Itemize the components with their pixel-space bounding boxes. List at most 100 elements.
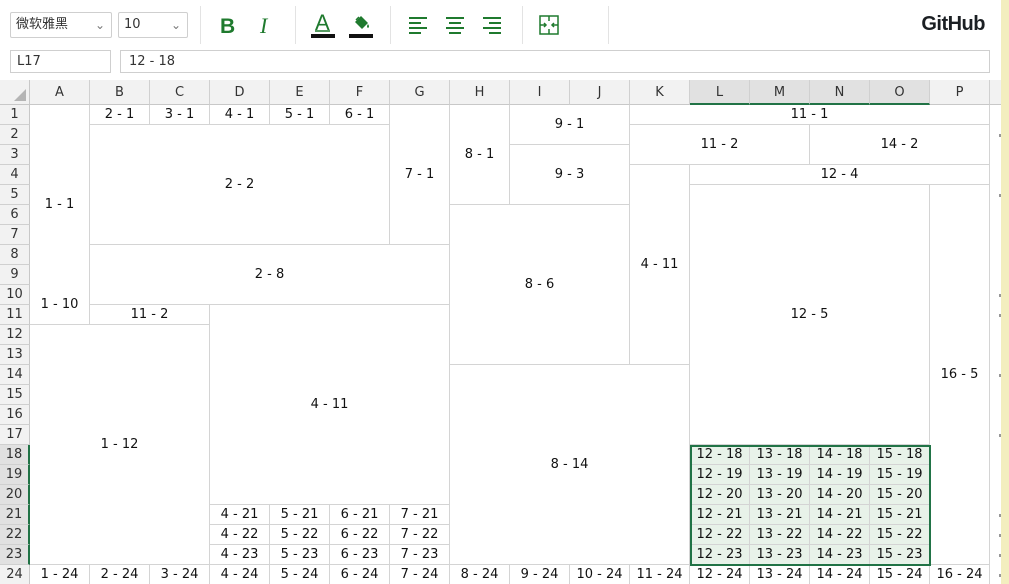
column-header-i[interactable]: I: [510, 80, 570, 105]
cell-d1[interactable]: 4 - 1: [210, 105, 270, 125]
row-header-19[interactable]: 19: [0, 465, 30, 485]
cell-p24[interactable]: 16 - 24: [930, 565, 990, 584]
column-header-j[interactable]: J: [570, 80, 630, 105]
cell-e24[interactable]: 5 - 24: [270, 565, 330, 584]
cell-l22[interactable]: 12 - 22: [690, 525, 750, 545]
sheet-grid[interactable]: A B C D E F G H I J K L M N O P 1 2 3 4 5 6 7 8 9 10 11 12 13 14 15 16 1…: [0, 80, 1001, 584]
row-header-1[interactable]: 1: [0, 105, 30, 125]
cell-l20[interactable]: 12 - 20: [690, 485, 750, 505]
column-header-k[interactable]: K: [630, 80, 690, 105]
column-header-e[interactable]: E: [270, 80, 330, 105]
cell-n22[interactable]: 14 - 22: [810, 525, 870, 545]
column-header-n[interactable]: N: [810, 80, 870, 105]
row-header-15[interactable]: 15: [0, 385, 30, 405]
row-header-8[interactable]: 8: [0, 245, 30, 265]
column-header-g[interactable]: G: [390, 80, 450, 105]
cell-l19[interactable]: 12 - 19: [690, 465, 750, 485]
font-size-select[interactable]: 10 ⌄: [118, 12, 188, 38]
github-logo[interactable]: GitHub: [921, 13, 985, 36]
row-header-11[interactable]: 11: [0, 305, 30, 325]
row-header-20[interactable]: 20: [0, 485, 30, 505]
cell-b8[interactable]: 2 - 8: [90, 245, 450, 305]
column-header-l[interactable]: L: [690, 80, 750, 105]
row-header-5[interactable]: 5: [0, 185, 30, 205]
merge-cells-button[interactable]: [534, 10, 564, 40]
cell-d22[interactable]: 4 - 22: [210, 525, 270, 545]
column-header-m[interactable]: M: [750, 80, 810, 105]
row-header-16[interactable]: 16: [0, 405, 30, 425]
cell-o24[interactable]: 15 - 24: [870, 565, 930, 584]
column-header-h[interactable]: H: [450, 80, 510, 105]
cell-k1[interactable]: 11 - 1: [630, 105, 990, 125]
cell-a10[interactable]: 1 - 10: [30, 285, 90, 325]
cell-o23[interactable]: 15 - 23: [870, 545, 930, 565]
row-header-22[interactable]: 22: [0, 525, 30, 545]
row-header-17[interactable]: 17: [0, 425, 30, 445]
italic-button[interactable]: I: [250, 10, 280, 40]
cell-g23[interactable]: 7 - 23: [390, 545, 450, 565]
row-header-13[interactable]: 13: [0, 345, 30, 365]
cell-i24[interactable]: 9 - 24: [510, 565, 570, 584]
cell-e21[interactable]: 5 - 21: [270, 505, 330, 525]
cell-m20[interactable]: 13 - 20: [750, 485, 810, 505]
cell-d24[interactable]: 4 - 24: [210, 565, 270, 584]
cell-l4[interactable]: 12 - 4: [690, 165, 990, 185]
bold-button[interactable]: B: [212, 10, 242, 40]
cell-m24[interactable]: 13 - 24: [750, 565, 810, 584]
row-header-3[interactable]: 3: [0, 145, 30, 165]
column-header-a[interactable]: A: [30, 80, 90, 105]
font-color-button[interactable]: A: [308, 10, 338, 40]
row-header-21[interactable]: 21: [0, 505, 30, 525]
cell-f24[interactable]: 6 - 24: [330, 565, 390, 584]
row-header-23[interactable]: 23: [0, 545, 30, 565]
cell-g24[interactable]: 7 - 24: [390, 565, 450, 584]
cell-m18[interactable]: 13 - 18: [750, 445, 810, 465]
cell-n2[interactable]: 14 - 2: [810, 125, 990, 165]
cell-k24[interactable]: 11 - 24: [630, 565, 690, 584]
row-header-2[interactable]: 2: [0, 125, 30, 145]
row-header-7[interactable]: 7: [0, 225, 30, 245]
cell-b24[interactable]: 2 - 24: [90, 565, 150, 584]
column-header-d[interactable]: D: [210, 80, 270, 105]
cell-h24[interactable]: 8 - 24: [450, 565, 510, 584]
row-header-18[interactable]: 18: [0, 445, 30, 465]
column-header-c[interactable]: C: [150, 80, 210, 105]
cell-k4[interactable]: 4 - 11: [630, 165, 690, 365]
cell-h1[interactable]: 8 - 1: [450, 105, 510, 205]
cell-n24[interactable]: 14 - 24: [810, 565, 870, 584]
cell-k2[interactable]: 11 - 2: [630, 125, 810, 165]
cell-g21[interactable]: 7 - 21: [390, 505, 450, 525]
cell-m22[interactable]: 13 - 22: [750, 525, 810, 545]
row-header-24[interactable]: 24: [0, 565, 30, 584]
align-left-button[interactable]: [403, 10, 433, 40]
formula-input[interactable]: 12 - 18: [120, 50, 990, 73]
cell-o22[interactable]: 15 - 22: [870, 525, 930, 545]
cell-e23[interactable]: 5 - 23: [270, 545, 330, 565]
cell-c24[interactable]: 3 - 24: [150, 565, 210, 584]
cell-i1[interactable]: 9 - 1: [510, 105, 630, 145]
cell-d11[interactable]: 4 - 11: [210, 305, 450, 505]
cell-b1[interactable]: 2 - 1: [90, 105, 150, 125]
cell-c1[interactable]: 3 - 1: [150, 105, 210, 125]
cell-b2[interactable]: 2 - 2: [90, 125, 390, 245]
cell-i3[interactable]: 9 - 3: [510, 145, 630, 205]
cell-m23[interactable]: 13 - 23: [750, 545, 810, 565]
cell-e1[interactable]: 5 - 1: [270, 105, 330, 125]
cell-l23[interactable]: 12 - 23: [690, 545, 750, 565]
cell-n18[interactable]: 14 - 18: [810, 445, 870, 465]
cell-a24[interactable]: 1 - 24: [30, 565, 90, 584]
cell-m19[interactable]: 13 - 19: [750, 465, 810, 485]
cell-f23[interactable]: 6 - 23: [330, 545, 390, 565]
cell-d23[interactable]: 4 - 23: [210, 545, 270, 565]
cell-b11[interactable]: 11 - 2: [90, 305, 210, 325]
align-center-button[interactable]: [440, 10, 470, 40]
fill-color-button[interactable]: [346, 10, 376, 40]
row-header-6[interactable]: 6: [0, 205, 30, 225]
column-header-b[interactable]: B: [90, 80, 150, 105]
cell-n20[interactable]: 14 - 20: [810, 485, 870, 505]
row-header-14[interactable]: 14: [0, 365, 30, 385]
cell-o20[interactable]: 15 - 20: [870, 485, 930, 505]
cell-j24[interactable]: 10 - 24: [570, 565, 630, 584]
cell-e22[interactable]: 5 - 22: [270, 525, 330, 545]
cell-g22[interactable]: 7 - 22: [390, 525, 450, 545]
